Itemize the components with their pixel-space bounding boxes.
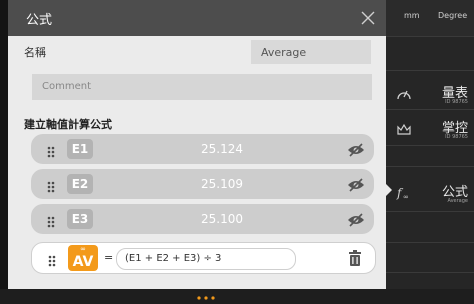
divider [386, 272, 474, 273]
name-label: 名稱 [24, 46, 46, 59]
axis-value: 25.124 [201, 142, 243, 156]
axis-tag: E2 [67, 174, 93, 194]
divider [386, 70, 474, 71]
trash-icon[interactable] [348, 250, 362, 270]
panel-item-sub: ID 98765 [445, 134, 468, 140]
left-edge-strip [0, 0, 8, 289]
axis-value: 25.100 [201, 212, 243, 226]
formula-text: (E1 + E2 + E3) ÷ 3 [125, 253, 222, 264]
axis-tag: E1 [67, 139, 93, 159]
eye-slash-icon[interactable] [347, 177, 365, 196]
average-formula-row[interactable]: ∞ AV = (E1 + E2 + E3) ÷ 3 [31, 242, 376, 274]
divider [386, 36, 474, 37]
formula-dialog: 公式 名稱 Average Comment 建立軸值計算公式 E1 25.124… [8, 0, 386, 289]
gauge-icon [396, 86, 412, 105]
unit-header: mm Degree [386, 0, 474, 36]
crown-icon [396, 121, 412, 140]
name-value: Average [261, 46, 307, 59]
divider [386, 145, 474, 146]
axis-row-e1[interactable]: E1 25.124 [31, 134, 374, 164]
divider [386, 242, 474, 243]
panel-item-sub: ID 98765 [445, 99, 468, 105]
dialog-title: 公式 [26, 13, 53, 28]
drag-handle-icon[interactable] [48, 252, 56, 271]
drag-handle-icon[interactable] [47, 178, 55, 197]
close-icon[interactable] [358, 8, 378, 28]
axis-value: 25.109 [201, 177, 243, 191]
av-label: AV [72, 254, 94, 270]
infinity-mark: ∞ [80, 245, 86, 253]
drag-handle-icon[interactable] [47, 213, 55, 232]
page-indicator-dots [196, 285, 216, 304]
divider [386, 211, 474, 212]
divider [386, 109, 474, 110]
name-field[interactable]: Average [251, 40, 371, 64]
formula-input[interactable]: (E1 + E2 + E3) ÷ 3 [116, 248, 296, 270]
eye-slash-icon[interactable] [347, 142, 365, 161]
drag-handle-icon[interactable] [47, 143, 55, 162]
axis-row-e2[interactable]: E2 25.109 [31, 169, 374, 199]
axis-tag: E3 [67, 209, 93, 229]
unit-degree[interactable]: Degree [438, 11, 467, 20]
equals-sign: = [104, 251, 114, 264]
right-side-panel: mm Degree 量表 ID 98765 掌控 ID 98765 f ∞ 公式 … [386, 0, 474, 289]
eye-slash-icon[interactable] [347, 212, 365, 231]
formula-icon: f ∞ [396, 184, 412, 204]
comment-placeholder: Comment [42, 81, 91, 92]
av-tag: ∞ AV [68, 245, 98, 271]
selection-pointer [386, 184, 392, 196]
svg-text:∞: ∞ [403, 193, 409, 200]
axis-row-e3[interactable]: E3 25.100 [31, 204, 374, 234]
comment-field[interactable]: Comment [32, 74, 372, 100]
dialog-header: 公式 [8, 0, 386, 36]
section-title: 建立軸值計算公式 [24, 118, 112, 131]
divider [386, 166, 474, 167]
unit-mm[interactable]: mm [404, 11, 420, 20]
panel-item-sub: Average [447, 198, 468, 204]
